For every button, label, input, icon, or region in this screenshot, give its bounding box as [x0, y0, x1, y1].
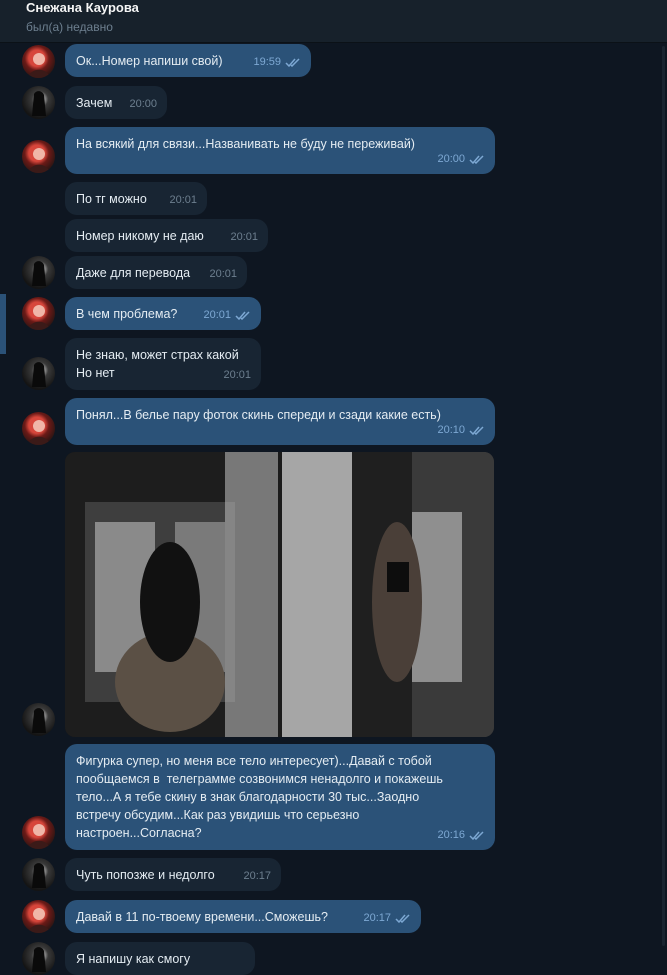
double-check-icon	[469, 830, 484, 840]
avatar[interactable]	[22, 140, 55, 173]
message-bubble-incoming[interactable]: Я напишу как смогу	[65, 942, 255, 975]
photo-album[interactable]	[65, 452, 494, 737]
message-time: 20:17	[243, 870, 271, 882]
avatar[interactable]	[22, 858, 55, 891]
message-text: На всякий для связи...Названивать не буд…	[76, 137, 415, 151]
message-time: 20:16	[437, 829, 465, 841]
double-check-icon	[285, 57, 300, 67]
avatar[interactable]	[22, 256, 55, 289]
message-bubble-outgoing[interactable]: На всякий для связи...Названивать не буд…	[65, 127, 495, 174]
message-bubble-incoming[interactable]: Даже для перевода 20:01	[65, 256, 247, 289]
photo-thumbnail[interactable]	[65, 452, 278, 737]
avatar[interactable]	[22, 297, 55, 330]
message-time: 20:01	[203, 309, 231, 321]
double-check-icon	[395, 913, 410, 923]
message-bubble-outgoing[interactable]: Фигурка супер, но меня все тело интересу…	[65, 744, 495, 850]
double-check-icon	[469, 425, 484, 435]
double-check-icon	[469, 154, 484, 164]
avatar[interactable]	[22, 942, 55, 975]
message-bubble-incoming[interactable]: По тг можно 20:01	[65, 182, 207, 215]
contact-name[interactable]: Снежана Каурова	[26, 0, 139, 15]
unread-indicator	[0, 294, 6, 354]
message-time: 20:00	[129, 98, 157, 110]
message-text: Я напишу как смогу	[76, 952, 191, 966]
message-time: 20:01	[209, 268, 237, 280]
message-text: Чуть попозже и недолго	[76, 868, 215, 882]
message-time: 20:01	[223, 369, 251, 381]
message-bubble-outgoing[interactable]: Давай в 11 по-твоему времени...Сможешь? …	[65, 900, 421, 933]
message-bubble-outgoing[interactable]: В чем проблема? 20:01	[65, 297, 261, 330]
message-time: 20:10	[437, 424, 465, 436]
message-bubble-incoming[interactable]: Не знаю, может страх какой Но нет 20:01	[65, 338, 261, 390]
avatar[interactable]	[22, 816, 55, 849]
contact-status: был(а) недавно	[26, 20, 113, 34]
message-text: Давай в 11 по-твоему времени...Сможешь?	[76, 910, 328, 924]
message-time: 20:01	[230, 231, 258, 243]
scrollbar[interactable]	[662, 46, 665, 946]
avatar[interactable]	[22, 703, 55, 736]
message-time: 20:00	[437, 153, 465, 165]
avatar[interactable]	[22, 45, 55, 78]
message-bubble-outgoing[interactable]: Ок...Номер напиши свой) 19:59	[65, 44, 311, 77]
avatar[interactable]	[22, 412, 55, 445]
chat-header[interactable]: Снежана Каурова был(а) недавно	[0, 0, 667, 43]
message-bubble-outgoing[interactable]: Понял...В белье пару фоток скинь спереди…	[65, 398, 495, 445]
message-bubble-incoming[interactable]: Зачем 20:00	[65, 86, 167, 119]
message-bubble-incoming[interactable]: Номер никому не даю 20:01	[65, 219, 268, 252]
message-time: 20:01	[169, 194, 197, 206]
message-time: 20:17	[363, 912, 391, 924]
avatar[interactable]	[22, 357, 55, 390]
avatar[interactable]	[22, 86, 55, 119]
message-bubble-incoming[interactable]: Чуть попозже и недолго 20:17	[65, 858, 281, 891]
photo-thumbnail[interactable]	[282, 452, 494, 737]
avatar[interactable]	[22, 900, 55, 933]
message-time: 19:59	[253, 56, 281, 68]
message-text: Фигурка супер, но меня все тело интересу…	[76, 754, 443, 840]
message-text: Понял...В белье пару фоток скинь спереди…	[76, 408, 441, 422]
double-check-icon	[235, 310, 250, 320]
